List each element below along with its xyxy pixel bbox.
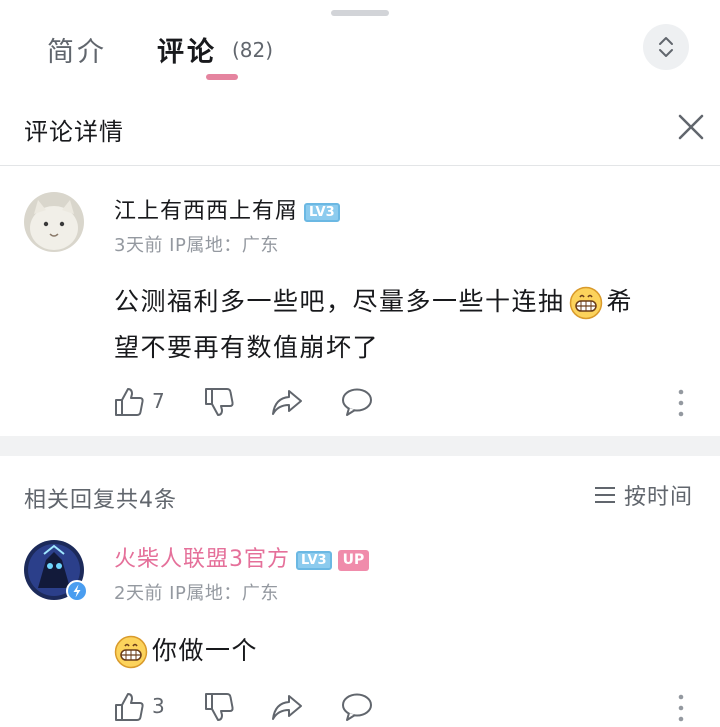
share-icon[interactable] xyxy=(270,690,304,724)
tab-comments[interactable]: 评论 xyxy=(157,30,217,69)
page-title: 评论详情 xyxy=(24,118,124,146)
comment-actions: 7 xyxy=(0,383,720,423)
username-text[interactable]: 火柴人联盟3官方 xyxy=(114,547,290,572)
replies-header: 相关回复共4条 按时间 xyxy=(0,470,720,520)
drag-handle[interactable] xyxy=(331,10,389,16)
more-options-icon[interactable] xyxy=(676,388,686,418)
reply-actions: 3 xyxy=(0,688,720,727)
level-badge: LV3 xyxy=(304,202,340,222)
share-icon[interactable] xyxy=(270,385,304,419)
close-button[interactable] xyxy=(676,112,706,142)
close-icon xyxy=(678,114,704,140)
comment-username[interactable]: 江上有西西上有屑 LV3 xyxy=(114,193,340,225)
chevron-up-down-icon xyxy=(659,37,673,57)
reply-meta: 2天前 IP属地：广东 xyxy=(114,583,279,604)
comments-count: (82) xyxy=(232,38,274,62)
comment-detail-header: 评论详情 xyxy=(0,100,720,166)
comment-content: 公测福利多一些吧，尽量多一些十连抽 希望不要再有数值崩坏了 xyxy=(114,279,704,371)
level-badge: LV3 xyxy=(296,550,332,570)
reply-content: 你做一个 xyxy=(114,628,704,674)
tab-bar: 简介 评论 (82) xyxy=(0,24,720,84)
sort-list-icon xyxy=(595,487,615,503)
grinning-face-emoji-icon xyxy=(114,635,148,669)
comment-text-part3: 望不要再有数值崩坏了 xyxy=(114,333,380,362)
thumbs-up-icon[interactable] xyxy=(112,385,146,419)
reply-comment-icon[interactable] xyxy=(340,690,374,724)
avatar[interactable] xyxy=(24,192,84,252)
sort-button[interactable]: 按时间 xyxy=(594,480,693,510)
up-badge: UP xyxy=(337,549,370,571)
thumbs-down-icon[interactable] xyxy=(202,690,236,724)
like-count: 7 xyxy=(152,389,165,413)
comment-meta: 3天前 IP属地：广东 xyxy=(114,235,279,256)
thumbs-down-icon[interactable] xyxy=(202,385,236,419)
comment-text-part1: 公测福利多一些吧，尽量多一些十连抽 xyxy=(114,287,565,316)
tab-intro[interactable]: 简介 xyxy=(47,30,107,69)
verified-badge-icon xyxy=(66,580,88,602)
thumbs-up-icon[interactable] xyxy=(112,690,146,724)
replies-count: 相关回复共4条 xyxy=(24,488,177,513)
expand-collapse-button[interactable] xyxy=(643,24,689,70)
reply-text: 你做一个 xyxy=(152,636,259,665)
grinning-face-emoji-icon xyxy=(569,286,602,320)
like-count: 3 xyxy=(152,694,165,718)
comment-text-part2: 希 xyxy=(606,287,634,316)
reply-comment-icon[interactable] xyxy=(340,385,374,419)
reply-username[interactable]: 火柴人联盟3官方 LV3 UP xyxy=(114,541,370,573)
more-options-icon[interactable] xyxy=(676,693,686,723)
active-tab-indicator xyxy=(206,74,238,80)
sort-label: 按时间 xyxy=(624,485,694,510)
username-text[interactable]: 江上有西西上有屑 xyxy=(114,199,298,224)
section-divider xyxy=(0,436,720,456)
